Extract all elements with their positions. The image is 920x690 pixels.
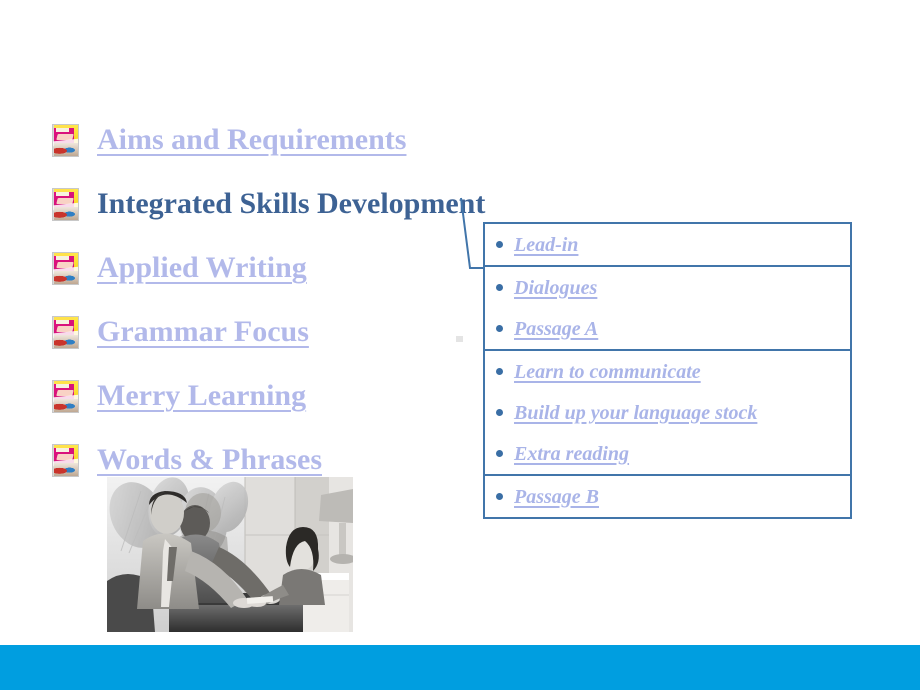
hotel-reception-photo [107, 477, 353, 632]
sublist-group: Lead-in [483, 222, 852, 267]
book-icon [52, 251, 79, 285]
sublist-item-learn-to-communicate[interactable]: Learn to communicate [485, 351, 850, 392]
menu-item-label[interactable]: Grammar Focus [83, 317, 309, 347]
bottom-accent-bar [0, 645, 920, 690]
sublist-item-label[interactable]: Dialogues [514, 278, 597, 298]
sublist-item-label[interactable]: Lead-in [514, 235, 578, 255]
menu-item-label[interactable]: Integrated Skills Development [83, 189, 485, 219]
bullet-icon [496, 241, 503, 248]
placeholder-marker [456, 336, 463, 342]
sublist-item-label[interactable]: Passage B [514, 487, 599, 507]
bullet-icon [496, 493, 503, 500]
menu-item-grammar-focus[interactable]: Grammar Focus [52, 300, 472, 364]
menu-item-aims-and-requirements[interactable]: Aims and Requirements [52, 108, 472, 172]
sublist-item-extra-reading[interactable]: Extra reading [485, 433, 850, 474]
menu-item-label[interactable]: Applied Writing [83, 253, 307, 283]
sublist-group: Learn to communicate Build up your langu… [483, 349, 852, 476]
slide-canvas: Aims and Requirements Integrated Skills … [0, 0, 920, 690]
sublist-group: Passage B [483, 474, 852, 519]
book-icon [52, 123, 79, 157]
bullet-icon [496, 368, 503, 375]
sublist-item-label[interactable]: Extra reading [514, 444, 629, 464]
menu-item-integrated-skills-development[interactable]: Integrated Skills Development [52, 172, 485, 236]
sublist-item-label[interactable]: Build up your language stock [514, 403, 757, 423]
menu-item-label[interactable]: Words & Phrases [83, 445, 322, 475]
bullet-icon [496, 409, 503, 416]
menu-item-label[interactable]: Aims and Requirements [83, 125, 406, 155]
sublist-item-label[interactable]: Passage A [514, 319, 598, 339]
sublist-item-dialogues[interactable]: Dialogues [485, 267, 850, 308]
bullet-icon [496, 284, 503, 291]
menu-item-applied-writing[interactable]: Applied Writing [52, 236, 472, 300]
book-icon [52, 379, 79, 413]
sublist-item-lead-in[interactable]: Lead-in [485, 224, 850, 265]
sublist-item-passage-a[interactable]: Passage A [485, 308, 850, 349]
sublist-group: Dialogues Passage A [483, 265, 852, 351]
bullet-icon [496, 450, 503, 457]
menu-item-label[interactable]: Merry Learning [83, 381, 306, 411]
bullet-icon [496, 325, 503, 332]
book-icon [52, 443, 79, 477]
sublist-item-passage-b[interactable]: Passage B [485, 476, 850, 517]
book-icon [52, 315, 79, 349]
section-sublist: Lead-in Dialogues Passage A Learn to com… [483, 222, 852, 519]
book-icon [52, 187, 79, 221]
menu-item-merry-learning[interactable]: Merry Learning [52, 364, 472, 428]
chapter-menu: Aims and Requirements Integrated Skills … [52, 108, 485, 492]
sublist-item-label[interactable]: Learn to communicate [514, 362, 701, 382]
sublist-item-build-up-your-language-stock[interactable]: Build up your language stock [485, 392, 850, 433]
